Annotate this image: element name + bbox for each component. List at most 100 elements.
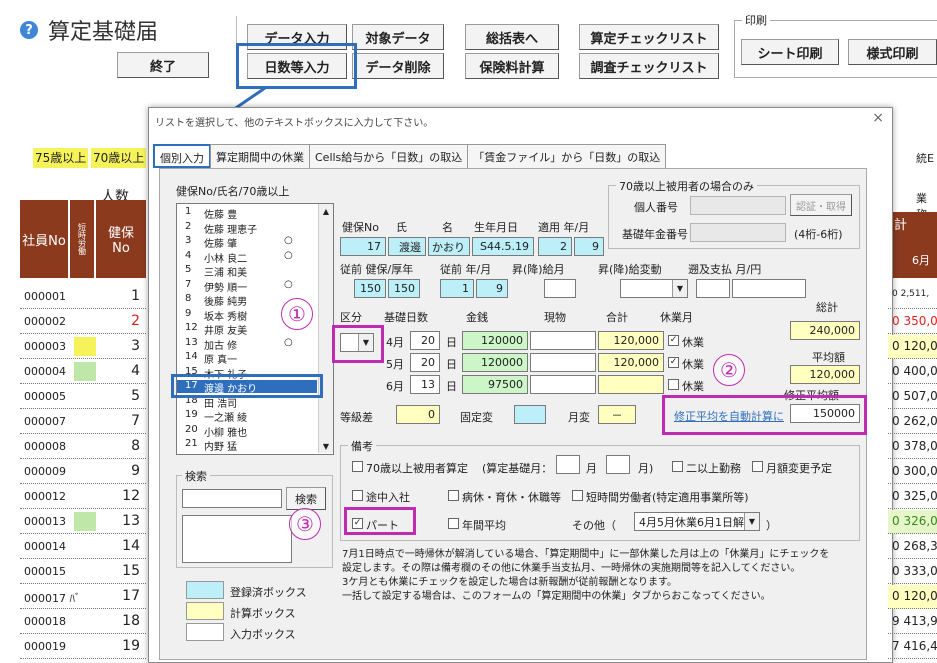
list-item[interactable]: 3 佐藤 肇 ○ (177, 235, 317, 250)
base-days-field[interactable]: 20 (410, 353, 440, 372)
list-item[interactable]: 19 一之瀬 綾 (177, 409, 317, 424)
raise-month-field[interactable] (544, 279, 576, 298)
chevron-down-icon[interactable]: ▼ (672, 280, 687, 297)
two-offices-checkbox[interactable] (672, 461, 683, 472)
tab-cells-import[interactable]: Cells給与から「日数」の取込 (309, 144, 469, 168)
label-cash: 金銭 (466, 311, 488, 324)
list-scrollbar[interactable]: ▲ ▼ (318, 204, 333, 453)
list-item[interactable]: 20 小柳 雅也 (177, 424, 317, 439)
premium-calc-button[interactable]: 保険料計算 (465, 53, 559, 79)
leave-checkbox[interactable] (668, 379, 679, 390)
pension-no-field[interactable] (690, 223, 786, 242)
search-button[interactable]: 検索 (286, 487, 326, 510)
table-row[interactable]: 000014 14 (20, 535, 146, 559)
leave-checkbox[interactable]: ✓ (668, 357, 679, 368)
summary-button[interactable]: 総括表へ (465, 24, 559, 50)
table-row[interactable]: 000001 1 (20, 285, 146, 309)
short-time-checkbox[interactable] (572, 490, 583, 501)
base-month-from-field[interactable] (556, 455, 580, 474)
goods-field[interactable] (530, 375, 596, 394)
table-row[interactable]: 000018 18 (20, 610, 146, 634)
tab-individual[interactable]: 個別入力 (153, 144, 211, 168)
individual-panel: 健保No/氏名/70歳以上 1 佐藤 豊 2 佐藤 理恵子 3 佐藤 肇 ○ 4 小林 良二 ○ 5… (159, 168, 867, 660)
other-select[interactable]: 4月5月休業6月1日解消 ▼ (634, 512, 760, 531)
list-item[interactable]: 7 伊勢 順一 ○ (177, 279, 317, 294)
table-row[interactable]: 000007 7 (20, 410, 146, 434)
question-circle-icon[interactable]: ? (20, 21, 38, 39)
aged70-calc-checkbox[interactable] (352, 461, 363, 472)
end-button[interactable]: 終了 (117, 52, 209, 78)
sheet-print-button[interactable]: シート印刷 (741, 39, 839, 65)
raise-change-select[interactable]: ▼ (620, 279, 688, 298)
list-item[interactable]: 14 原 真一 (177, 351, 317, 366)
retro-month-field[interactable] (696, 279, 730, 298)
form-print-button[interactable]: 様式印刷 (848, 39, 937, 65)
table-row[interactable]: 000002 2 (20, 310, 146, 334)
table-row[interactable]: 000015 15 (20, 560, 146, 584)
tab-wage-file-import[interactable]: 「賃金ファイル」から「日数」の取込 (467, 144, 667, 168)
list-item[interactable]: 1 佐藤 豊 (177, 206, 317, 221)
table-row[interactable]: 000012 12 (20, 485, 146, 509)
monthly-amount: 0 120,0 (892, 339, 937, 353)
chevron-down-icon[interactable]: ▼ (744, 513, 759, 530)
annual-avg-checkbox[interactable] (448, 518, 459, 529)
personal-no-field[interactable] (690, 196, 786, 215)
data-delete-button[interactable]: データ削除 (352, 53, 444, 79)
kenpo-no: 3 (131, 338, 140, 354)
goods-field[interactable] (530, 331, 596, 350)
list-item[interactable]: 4 小林 良二 ○ (177, 250, 317, 265)
auth-button[interactable]: 認証・取得 (790, 194, 852, 216)
employee-no: 000001 (24, 290, 66, 303)
employee-name: 井原 友美 (204, 326, 248, 337)
list-item[interactable]: 13 加古 修 ○ (177, 337, 317, 352)
label-monthly-change: 月変 (568, 411, 590, 424)
table-row[interactable]: 000013 13 (20, 510, 146, 534)
cash-field[interactable]: 97500 (462, 375, 528, 394)
month-label: 4月 (386, 336, 404, 349)
table-row[interactable]: 000009 9 (20, 460, 146, 484)
employee-name: 伊勢 順一 (204, 282, 248, 294)
employee-no: 000002 (24, 315, 66, 328)
list-item[interactable]: 21 内野 猛 (177, 438, 317, 453)
employee-name: 内野 猛 (204, 442, 238, 453)
prev-year-field: 1 (440, 279, 474, 298)
base-days-field[interactable]: 20 (410, 331, 440, 350)
legend-input-swatch (186, 623, 224, 641)
employee-listbox[interactable]: 1 佐藤 豊 2 佐藤 理恵子 3 佐藤 肇 ○ 4 小林 良二 ○ 5 三浦 和美 7 伊勢 順一 ○ 8 後… (176, 203, 334, 455)
mid-join-checkbox[interactable] (352, 490, 363, 501)
cash-field[interactable]: 120000 (462, 353, 528, 372)
table-row[interactable]: 000004 4 (20, 360, 146, 384)
survey-check-button[interactable]: 調査チェックリスト (579, 53, 719, 79)
col-kenpo: 健保 No (96, 200, 146, 278)
target-data-button[interactable]: 対象データ (352, 24, 444, 50)
day-unit-label: 日 (446, 336, 457, 349)
table-row[interactable]: 000008 8 (20, 435, 146, 459)
search-input[interactable] (182, 489, 282, 508)
sick-leave-checkbox[interactable] (448, 490, 459, 501)
label-average: 平均額 (812, 351, 845, 364)
table-row[interactable]: 000019 19 (20, 635, 146, 659)
close-icon[interactable]: × (872, 110, 884, 126)
base-month-to-field[interactable] (606, 455, 630, 474)
other-label: その他（ (572, 519, 616, 532)
tab-leave[interactable]: 算定期間中の休業 (210, 144, 310, 168)
goods-field[interactable] (530, 353, 596, 372)
retro-amount-field[interactable] (732, 279, 806, 298)
check-list-button[interactable]: 算定チェックリスト (579, 24, 719, 50)
list-item[interactable]: 5 三浦 和美 (177, 264, 317, 279)
legend-registered-swatch (186, 581, 224, 599)
table-row[interactable]: 000005 5 (20, 385, 146, 409)
leave-checkbox[interactable]: ✓ (668, 335, 679, 346)
list-item[interactable]: 2 佐藤 理恵子 (177, 221, 317, 236)
monthly-plan-checkbox[interactable] (752, 461, 763, 472)
base-days-field[interactable]: 13 (410, 375, 440, 394)
monthly-amount: 0 400,0 (892, 364, 937, 378)
table-row[interactable]: 000003 3 (20, 335, 146, 359)
table-row[interactable]: 000017 ﾊﾞ 17 (20, 585, 146, 609)
age70-tag: 70歳以上 (91, 148, 147, 168)
search-results-box[interactable] (182, 515, 292, 563)
sick-leave-label: 病休・育休・休職等 (462, 491, 561, 504)
scroll-up-icon[interactable]: ▲ (319, 204, 333, 218)
scroll-down-icon[interactable]: ▼ (319, 439, 333, 453)
cash-field[interactable]: 120000 (462, 331, 528, 350)
